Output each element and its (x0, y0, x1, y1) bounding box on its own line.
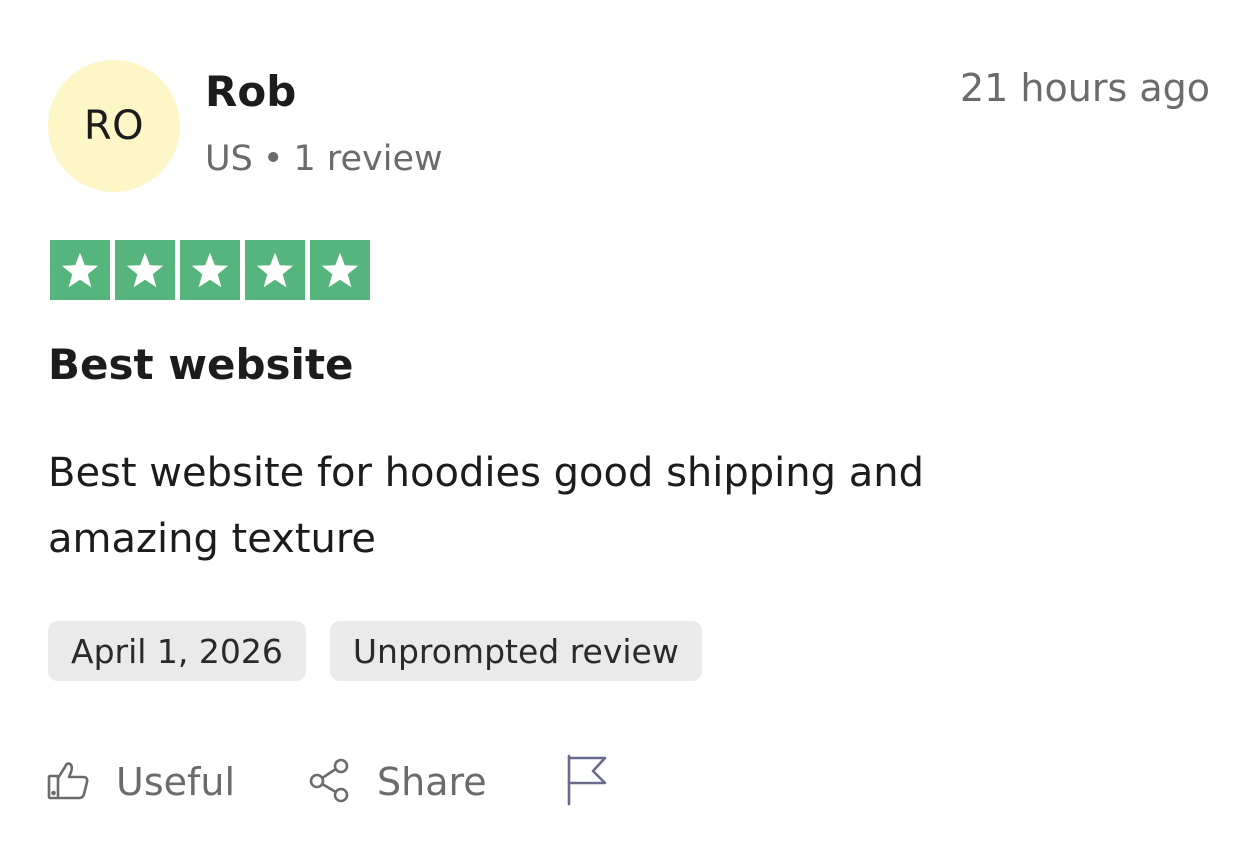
review-timestamp: 21 hours ago (959, 66, 1210, 110)
review-actions: Useful Share (46, 752, 611, 812)
star-icon (245, 240, 305, 300)
avatar[interactable]: RO (48, 60, 180, 192)
share-label: Share (377, 760, 487, 804)
useful-button[interactable]: Useful (46, 752, 235, 812)
flag-icon (565, 753, 611, 811)
share-button[interactable]: Share (307, 752, 487, 812)
reviewer-name[interactable]: Rob (205, 66, 296, 118)
thumbs-up-icon (46, 757, 92, 807)
review-date-tag: April 1, 2026 (48, 621, 306, 681)
star-icon (310, 240, 370, 300)
review-title[interactable]: Best website (48, 338, 354, 392)
star-icon (50, 240, 110, 300)
star-rating (50, 240, 370, 300)
review-tags: April 1, 2026 Unprompted review (48, 621, 702, 681)
useful-label: Useful (116, 760, 236, 804)
review-body: Best website for hoodies good shipping a… (48, 450, 924, 562)
share-icon (307, 757, 353, 807)
reviewer-country: US (205, 139, 253, 179)
reviewer-review-count: 1 review (293, 139, 443, 179)
star-icon (180, 240, 240, 300)
star-icon (115, 240, 175, 300)
meta-separator: • (262, 139, 284, 179)
report-button[interactable] (565, 752, 611, 812)
review-card: RO Rob US • 1 review 21 hours ago Best w… (0, 0, 1260, 848)
reviewer-meta: US • 1 review (205, 136, 443, 182)
unprompted-review-tag[interactable]: Unprompted review (329, 621, 702, 681)
